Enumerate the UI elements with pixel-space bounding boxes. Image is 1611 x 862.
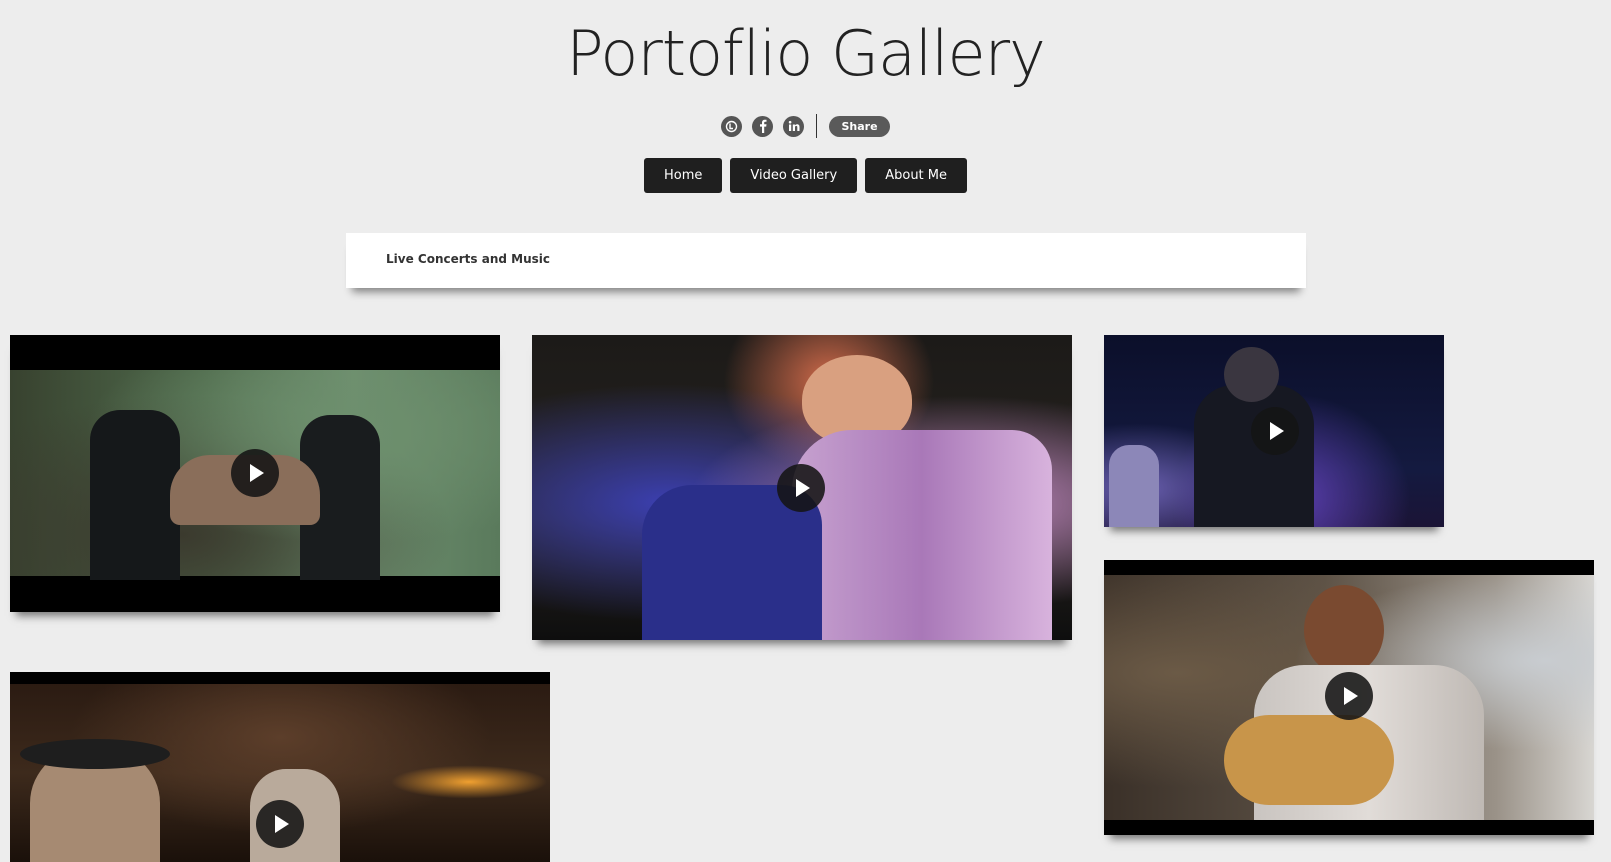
- nav-home[interactable]: Home: [643, 158, 723, 193]
- facebook-icon[interactable]: [752, 115, 774, 137]
- video-thumbnail-2[interactable]: [532, 335, 1072, 640]
- site-title: Portoflio Gallery: [566, 17, 1046, 90]
- twitter-icon[interactable]: [721, 115, 743, 137]
- video-thumbnail-1[interactable]: [10, 335, 500, 612]
- social-divider: [816, 114, 818, 138]
- video-thumbnail-4[interactable]: [1104, 560, 1594, 835]
- share-button[interactable]: Share: [829, 115, 890, 137]
- page: Portoflio Gallery Share Home Video Galle…: [0, 0, 1611, 862]
- play-icon[interactable]: [1251, 407, 1299, 455]
- social-bar: Share: [0, 114, 1611, 138]
- nav-video-gallery[interactable]: Video Gallery: [730, 158, 858, 193]
- play-icon[interactable]: [231, 449, 279, 497]
- main-nav: Home Video Gallery About Me: [0, 158, 1611, 193]
- play-icon[interactable]: [1325, 672, 1373, 720]
- play-icon[interactable]: [777, 464, 825, 512]
- banner-title: Live Concerts and Music: [386, 252, 550, 266]
- nav-about-me[interactable]: About Me: [865, 158, 968, 193]
- gallery-banner: Live Concerts and Music: [346, 233, 1306, 288]
- linkedin-icon[interactable]: [783, 115, 805, 137]
- video-thumbnail-5[interactable]: [10, 672, 550, 862]
- video-thumbnail-3[interactable]: [1104, 335, 1444, 527]
- play-icon[interactable]: [256, 800, 304, 848]
